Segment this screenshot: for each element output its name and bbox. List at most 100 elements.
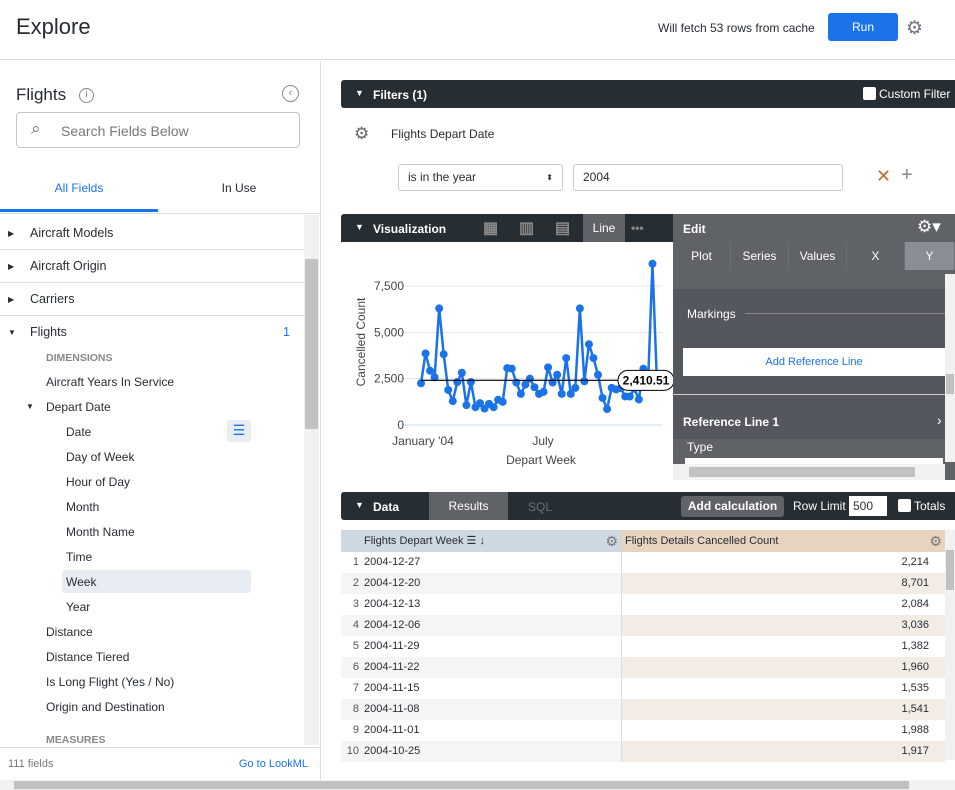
cell-week: 2004-11-01 (364, 724, 420, 736)
data-point[interactable] (444, 385, 453, 394)
data-point[interactable] (498, 397, 507, 406)
data-point[interactable] (598, 393, 607, 402)
data-point[interactable] (439, 350, 448, 359)
add-calculation-button[interactable]: Add calculation (681, 496, 784, 517)
totals-checkbox[interactable] (898, 499, 911, 512)
edit-panel-scrollbar[interactable] (945, 274, 955, 462)
search-input[interactable]: ⌕ Search Fields Below (16, 112, 300, 148)
edit-panel-hscrollbar[interactable] (673, 464, 945, 480)
field-group-depart-date[interactable]: Depart Date (46, 396, 111, 418)
info-icon[interactable]: i (79, 88, 94, 103)
more-icon[interactable]: ••• (631, 221, 644, 235)
reference-line-heading[interactable]: Reference Line 1 (683, 415, 779, 429)
field-item[interactable]: Date (66, 421, 91, 443)
row-limit-input[interactable]: 500 (849, 496, 887, 516)
column-header-cancelled-count[interactable]: Flights Details Cancelled Count ⚙ (621, 530, 945, 552)
field-item[interactable]: Distance (46, 621, 93, 643)
run-button[interactable]: Run (828, 13, 898, 41)
column-header-depart-week[interactable]: Flights Depart Week ☰ ↓ ⚙ (341, 530, 621, 552)
tab-in-use[interactable]: In Use (158, 181, 320, 195)
bar-viz-icon[interactable]: ▤ (555, 218, 570, 238)
filters-bar[interactable]: ▼ Filters (1) Custom Filter (341, 80, 955, 108)
data-point[interactable] (634, 395, 643, 404)
data-point[interactable] (457, 368, 466, 377)
remove-filter-icon[interactable]: ✕ (876, 166, 891, 187)
data-point[interactable] (448, 397, 457, 406)
expand-icon[interactable]: ▼ (26, 396, 34, 418)
view-aircraft-models[interactable]: ▶ Aircraft Models (0, 217, 304, 250)
gear-icon[interactable]: ⚙ (929, 530, 942, 552)
data-point[interactable] (489, 403, 498, 412)
line-viz-button[interactable]: Line (583, 214, 625, 242)
view-flights[interactable]: ▼ Flights 1 (0, 316, 304, 349)
edit-tab[interactable]: X (847, 242, 905, 270)
data-point[interactable] (426, 366, 435, 375)
page-hscrollbar[interactable] (0, 780, 955, 790)
data-point[interactable] (571, 383, 580, 392)
add-filter-icon[interactable]: + (901, 164, 913, 187)
filter-icon[interactable]: ☰ (227, 420, 251, 442)
field-item[interactable]: Day of Week (66, 446, 134, 468)
data-point[interactable] (648, 259, 657, 268)
data-point[interactable] (589, 354, 598, 363)
data-point[interactable] (553, 370, 562, 379)
data-point[interactable] (603, 405, 612, 414)
data-point[interactable] (516, 389, 525, 398)
pivot-sort-icon[interactable]: ☰ ↓ (467, 535, 485, 547)
field-item[interactable]: Year (66, 596, 90, 618)
gear-icon[interactable]: ⚙ (605, 530, 618, 552)
edit-tab[interactable]: Series (731, 242, 789, 270)
filter-operator-select[interactable]: is in the year ⬍ (398, 164, 563, 191)
gear-icon[interactable]: ⚙ (906, 17, 923, 40)
data-point[interactable] (580, 377, 589, 386)
data-bar[interactable]: ▼ Data Results SQL Add calculation Row L… (341, 492, 955, 520)
custom-filter-checkbox[interactable] (863, 87, 876, 100)
field-item[interactable]: Distance Tiered (46, 646, 129, 668)
data-point[interactable] (466, 378, 475, 387)
data-point[interactable] (462, 401, 471, 410)
data-point[interactable] (544, 363, 553, 372)
field-item[interactable]: Is Long Flight (Yes / No) (46, 671, 174, 693)
edit-tab[interactable]: Y (905, 242, 955, 270)
data-point[interactable] (562, 354, 571, 363)
field-item[interactable]: Month Name (66, 521, 135, 543)
view-aircraft-origin[interactable]: ▶ Aircraft Origin (0, 250, 304, 283)
data-point[interactable] (539, 387, 548, 396)
edit-tab[interactable]: Values (789, 242, 847, 270)
data-point[interactable] (575, 304, 584, 313)
gear-dropdown-icon[interactable]: ⚙▾ (917, 217, 941, 237)
sidebar-scrollbar[interactable] (304, 215, 319, 745)
filter-value-input[interactable]: 2004 (573, 164, 843, 191)
chevron-right-icon[interactable]: › (937, 412, 942, 428)
field-item[interactable]: Time (66, 546, 92, 568)
data-point[interactable] (453, 378, 462, 387)
field-item[interactable]: Origin and Destination (46, 696, 165, 718)
data-point[interactable] (525, 374, 534, 383)
data-point[interactable] (625, 392, 634, 401)
edit-tab[interactable]: Plot (673, 242, 731, 270)
data-point[interactable] (421, 349, 430, 358)
data-point[interactable] (594, 370, 602, 379)
data-point[interactable] (507, 364, 516, 373)
field-item[interactable]: Month (66, 496, 99, 518)
tab-sql[interactable]: SQL (528, 500, 552, 514)
data-point[interactable] (530, 383, 539, 392)
visualization-bar[interactable]: ▼ Visualization ▦ ▥ ▤ Line ••• (341, 214, 673, 242)
go-to-lookml-link[interactable]: Go to LookML (239, 758, 308, 770)
field-item[interactable]: Aircraft Years In Service (46, 371, 174, 393)
data-point[interactable] (557, 389, 566, 398)
data-point[interactable] (584, 340, 593, 349)
cell-week: 2004-12-20 (364, 577, 421, 589)
tab-all-fields[interactable]: All Fields (0, 181, 158, 195)
data-point[interactable] (435, 304, 444, 313)
field-item[interactable]: Hour of Day (66, 471, 130, 493)
view-carriers[interactable]: ▶ Carriers (0, 283, 304, 316)
column-viz-icon[interactable]: ▥ (519, 218, 534, 238)
table-viz-icon[interactable]: ▦ (483, 218, 498, 238)
gear-icon[interactable]: ⚙ (354, 124, 369, 144)
tab-results[interactable]: Results (429, 492, 508, 520)
field-item[interactable]: Week (66, 571, 96, 593)
table-scrollbar[interactable] (945, 530, 955, 760)
collapse-icon[interactable]: ‹ (282, 85, 299, 102)
add-reference-line-button[interactable]: Add Reference Line (683, 348, 945, 376)
